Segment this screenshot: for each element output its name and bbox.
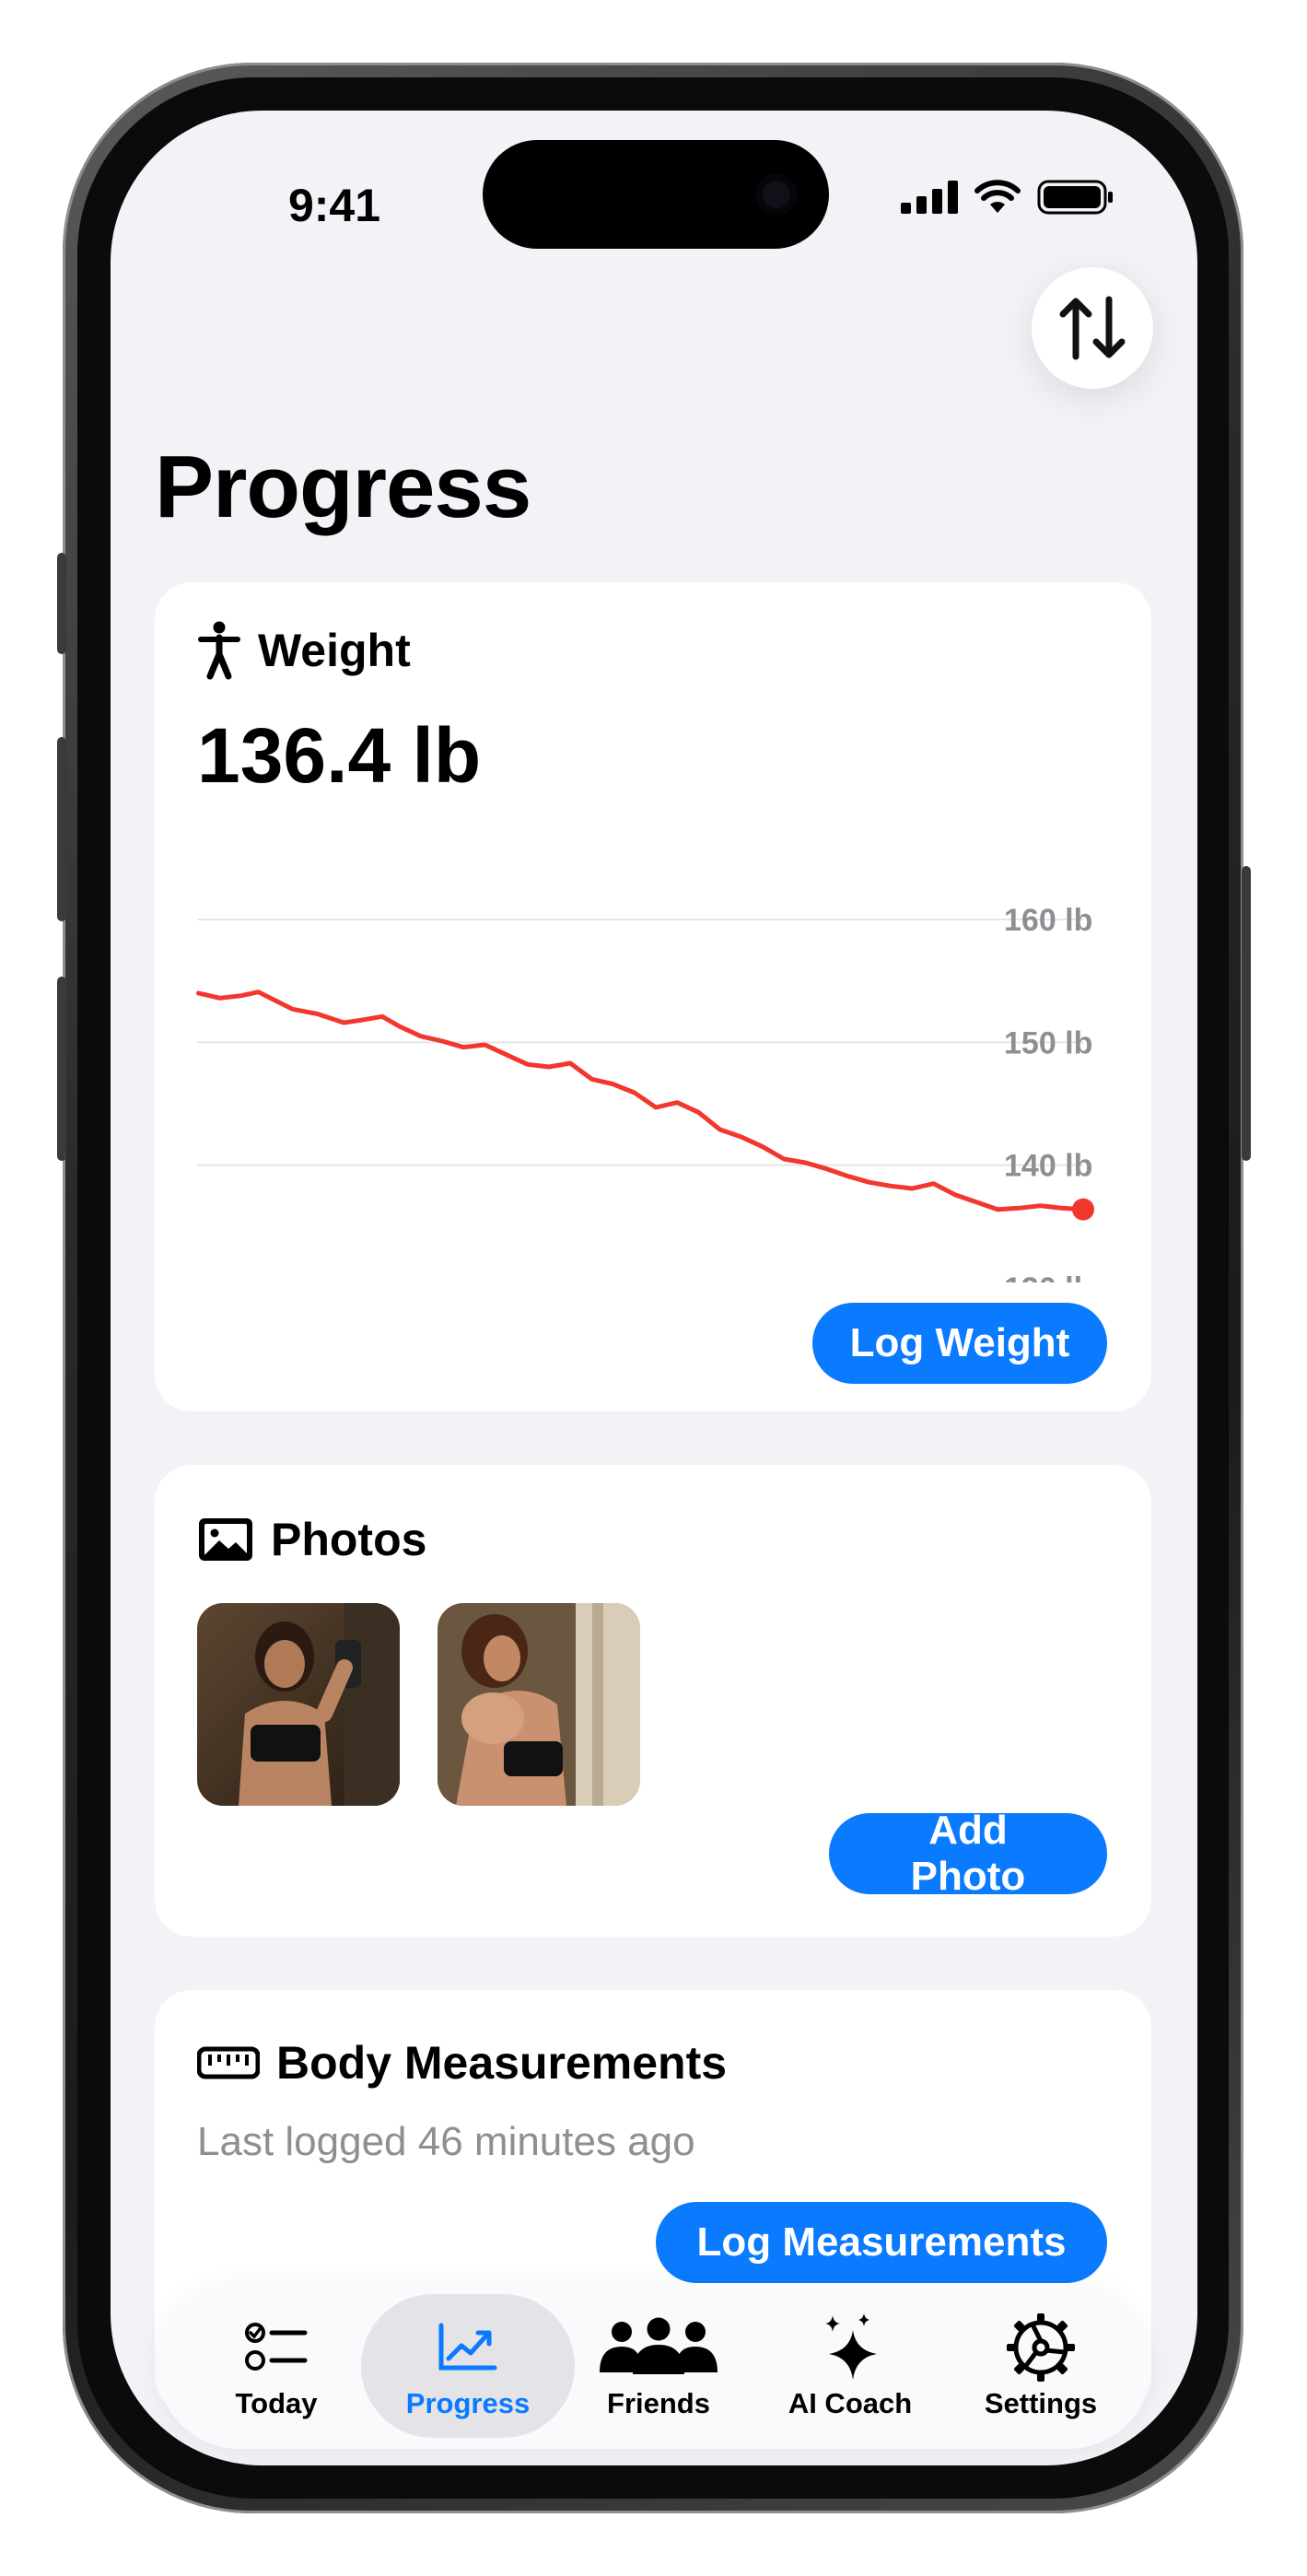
status-time: 9:41 [287,180,381,231]
photos-card-header: Photos [197,1513,426,1566]
measurements-last-logged: Last logged 46 minutes ago [197,2119,695,2164]
chart-y-tick-label: 130 lb [1004,1271,1092,1282]
ruler-icon [197,2046,260,2079]
screen: 9:41 Progress Weight 136.4 lb 160 lb 150… [111,111,1197,2465]
tab-today-label: Today [235,2387,318,2419]
weight-card[interactable]: Weight 136.4 lb 160 lb150 lb140 lb130 lb… [155,582,1151,1411]
tab-ai-coach[interactable]: AI Coach [753,2283,947,2449]
tab-ai-coach-label: AI Coach [788,2387,913,2419]
photo-icon [199,1518,252,1561]
progress-photo-1[interactable] [197,1603,400,1806]
camera-icon [755,173,798,216]
chart-y-tick-label: 140 lb [1004,1149,1092,1184]
wifi-icon [974,180,1021,213]
chart-icon [438,2323,497,2371]
measurements-card-header: Body Measurements [197,2036,727,2090]
sort-arrows-icon [1059,296,1126,360]
chart-y-tick-label: 160 lb [1004,903,1092,938]
weight-chart[interactable]: 160 lb150 lb140 lb130 lb01020 [155,582,1151,1282]
add-photo-button[interactable]: Add Photo [829,1808,1107,1899]
chart-series-line [196,989,1086,1212]
chart-y-tick-label: 150 lb [1004,1025,1092,1060]
tab-settings[interactable]: Settings [944,2283,1138,2449]
status-icons [901,179,1114,216]
power-button [1242,866,1251,1161]
tab-progress-label: Progress [405,2387,531,2419]
tab-today[interactable]: Today [180,2283,373,2449]
dynamic-island [483,140,829,249]
cellular-signal-icon [901,181,958,214]
battery-icon [1037,180,1113,215]
people-icon [600,2317,718,2374]
checklist-icon [245,2323,308,2371]
gear-icon [1007,2313,1075,2382]
action-button [57,553,66,654]
volume-up-button [57,737,66,921]
tab-friends[interactable]: Friends [562,2283,755,2449]
log-measurements-button[interactable]: Log Measurements [656,2202,1107,2283]
photos-card[interactable]: Photos Add Photo [155,1465,1151,1937]
measurements-card-title: Body Measurements [276,2037,728,2089]
volume-down-button [57,977,66,1161]
chart-latest-point [1072,1198,1094,1221]
tab-friends-label: Friends [607,2387,710,2419]
progress-photo-1-image [197,1603,400,1806]
page-title: Progress [155,438,531,536]
progress-photo-2[interactable] [438,1603,640,1806]
sparkles-icon [825,2313,877,2380]
photos-card-title: Photos [271,1514,427,1565]
log-weight-button[interactable]: Log Weight [812,1303,1107,1384]
sort-button[interactable] [1032,267,1153,389]
tab-progress[interactable]: Progress [371,2283,565,2449]
progress-photo-2-image [438,1603,640,1806]
tab-bar: Today Progress Friends AI Coach Settings [157,2283,1151,2449]
tab-settings-label: Settings [984,2387,1098,2419]
